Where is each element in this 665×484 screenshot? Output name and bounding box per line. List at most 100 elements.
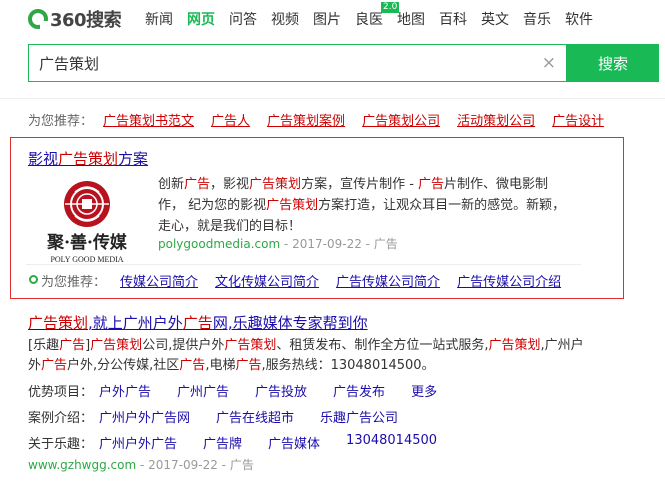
nav-news[interactable]: 新闻 bbox=[145, 9, 173, 29]
text-segment: ,电梯 bbox=[205, 358, 236, 373]
keyword-highlight: 广告 bbox=[235, 358, 262, 373]
row-link[interactable]: 广州户外广告 bbox=[99, 433, 177, 452]
text-segment: ,就上广州户外 bbox=[88, 314, 183, 332]
result-url-line: www.gzhwgg.com - 2017-09-22 - 广告 bbox=[28, 456, 254, 473]
ad-recommend-link[interactable]: 传媒公司简介 bbox=[120, 271, 198, 290]
ad-url-line: polygoodmedia.com - 2017-09-22 - 广告 bbox=[158, 235, 398, 252]
row-link[interactable]: 广告媒体 bbox=[268, 433, 320, 452]
nav-english[interactable]: 英文 bbox=[481, 9, 509, 29]
360-small-icon bbox=[29, 275, 38, 284]
keyword-highlight: 广告策划 bbox=[249, 177, 302, 192]
text-segment: ,服务热线：13048014500。 bbox=[261, 358, 435, 373]
recommend-link[interactable]: 活动策划公司 bbox=[457, 110, 535, 129]
ad-description: 创新广告，影视广告策划方案，宣传片制作 - 广告片制作、微电影制作， 纪为您的影… bbox=[158, 174, 568, 237]
row-link[interactable]: 乐趣广告公司 bbox=[320, 407, 398, 426]
recommend-link[interactable]: 广告设计 bbox=[552, 110, 604, 129]
text-segment: 网,乐趣媒体专家帮到你 bbox=[212, 314, 368, 332]
poly-good-media-logo[interactable]: 聚·善·传媒 POLY GOOD MEDIA bbox=[25, 172, 149, 272]
result-date: - 2017-09-22 - bbox=[136, 458, 230, 472]
recommend-link[interactable]: 广告策划案例 bbox=[267, 110, 345, 129]
result-title-link[interactable]: 广告策划,就上广州户外广告网,乐趣媒体专家帮到你 bbox=[28, 312, 368, 333]
nav-baike[interactable]: 百科 bbox=[439, 9, 467, 29]
ad-title-highlight: 广告策划 bbox=[58, 150, 119, 168]
text-segment: [乐趣 bbox=[28, 338, 60, 353]
result-tag: 广告 bbox=[229, 458, 254, 472]
ad-date: - 2017-09-22 - bbox=[280, 237, 374, 251]
text-segment: 方案，宣传片制作 - bbox=[301, 177, 419, 192]
recommend-bar: 为您推荐： 广告策划书范文 广告人 广告策划案例 广告策划公司 活动策划公司 广… bbox=[28, 110, 621, 129]
row-link[interactable]: 广告在线超市 bbox=[216, 407, 294, 426]
logo-text: 360搜索 bbox=[50, 10, 122, 31]
row-link-phone[interactable]: 13048014500 bbox=[346, 433, 437, 452]
ad-result: 影视广告策划方案 聚·善·传媒 POLY GOOD MEDIA 创新广告，影视广… bbox=[10, 137, 624, 299]
ad-recommend-link[interactable]: 文化传媒公司简介 bbox=[215, 271, 319, 290]
search-button[interactable]: 搜索 bbox=[567, 44, 659, 82]
keyword-highlight: 广告 bbox=[184, 177, 211, 192]
keyword-highlight: 广告 bbox=[182, 314, 213, 332]
ad-rec-divider bbox=[26, 264, 581, 265]
row-link[interactable]: 广州广告 bbox=[177, 381, 229, 400]
row-link[interactable]: 广告投放 bbox=[255, 381, 307, 400]
nav-doctor-label: 良医 bbox=[355, 12, 383, 28]
search-box: × bbox=[28, 44, 567, 82]
nav-web[interactable]: 网页 bbox=[187, 9, 215, 29]
keyword-highlight: 广告策划 bbox=[90, 338, 143, 353]
recommend-link[interactable]: 广告策划公司 bbox=[362, 110, 440, 129]
row-link[interactable]: 广告发布 bbox=[333, 381, 385, 400]
ad-title-pre: 影视 bbox=[28, 150, 59, 168]
row-link[interactable]: 广告牌 bbox=[203, 433, 242, 452]
text-segment: 户外,分公传媒,社区 bbox=[67, 358, 180, 373]
result-row-advantage: 优势项目： 户外广告 广州广告 广告投放 广告发布 更多 bbox=[28, 381, 463, 400]
ad-url[interactable]: polygoodmedia.com bbox=[158, 237, 280, 251]
text-segment: 创新 bbox=[158, 177, 185, 192]
row-link-more[interactable]: 更多 bbox=[411, 381, 437, 400]
text-segment: ，影视 bbox=[210, 177, 250, 192]
keyword-highlight: 广告策划 bbox=[28, 314, 89, 332]
row-label: 关于乐趣： bbox=[28, 437, 94, 452]
keyword-highlight: 广告 bbox=[41, 358, 68, 373]
ad-title-post: 方案 bbox=[118, 150, 149, 168]
result-row-about: 关于乐趣： 广州户外广告 广告牌 广告媒体 13048014500 bbox=[28, 433, 463, 452]
logo-english-text: POLY GOOD MEDIA bbox=[50, 255, 123, 264]
row-link[interactable]: 户外广告 bbox=[99, 381, 151, 400]
ad-recommend-label: 为您推荐： bbox=[41, 275, 107, 290]
keyword-highlight: 广告 bbox=[59, 338, 86, 353]
result-url[interactable]: www.gzhwgg.com bbox=[28, 458, 136, 472]
logo-ring-icon bbox=[28, 9, 48, 29]
nav-images[interactable]: 图片 bbox=[313, 9, 341, 29]
nav-map[interactable]: 地图 bbox=[397, 9, 425, 29]
text-segment: 公司,提供户外 bbox=[142, 338, 225, 353]
keyword-highlight: 广告 bbox=[418, 177, 445, 192]
header-divider bbox=[0, 98, 665, 99]
keyword-highlight: 广告策划 bbox=[488, 338, 541, 353]
ad-recommend-bar: 为您推荐： 传媒公司简介 文化传媒公司简介 广告传媒公司简介 广告传媒公司介绍 bbox=[29, 271, 578, 290]
logo-emblem-icon bbox=[64, 181, 110, 227]
row-link[interactable]: 广州户外广告网 bbox=[99, 407, 190, 426]
nav-software[interactable]: 软件 bbox=[565, 9, 593, 29]
nav-music[interactable]: 音乐 bbox=[523, 9, 551, 29]
top-header: 360搜索 新闻 网页 问答 视频 图片 良医 2.0 地图 百科 英文 音乐 软… bbox=[0, 0, 665, 38]
nav-video[interactable]: 视频 bbox=[271, 9, 299, 29]
logo-chinese-text: 聚·善·传媒 bbox=[46, 232, 128, 253]
recommend-link[interactable]: 广告策划书范文 bbox=[103, 110, 194, 129]
ad-recommend-link[interactable]: 广告传媒公司介绍 bbox=[457, 271, 561, 290]
ad-tag: 广告 bbox=[373, 237, 398, 251]
360-logo[interactable]: 360搜索 bbox=[28, 6, 122, 32]
keyword-highlight: 广告策划 bbox=[266, 198, 319, 213]
ad-recommend-link[interactable]: 广告传媒公司简介 bbox=[336, 271, 440, 290]
recommend-link[interactable]: 广告人 bbox=[211, 110, 250, 129]
result-row-cases: 案例介绍： 广州户外广告网 广告在线超市 乐趣广告公司 bbox=[28, 407, 424, 426]
row-label: 优势项目： bbox=[28, 385, 94, 400]
recommend-label: 为您推荐： bbox=[28, 114, 94, 129]
search-input[interactable] bbox=[29, 45, 549, 81]
ad-title-link[interactable]: 影视广告策划方案 bbox=[28, 148, 148, 169]
keyword-highlight: 广告策划 bbox=[224, 338, 277, 353]
nav-doctor[interactable]: 良医 2.0 bbox=[355, 2, 400, 29]
row-label: 案例介绍： bbox=[28, 411, 94, 426]
text-segment: 、租赁发布、制作全方位一站式服务, bbox=[276, 338, 489, 353]
clear-icon[interactable]: × bbox=[542, 53, 556, 73]
nav-qa[interactable]: 问答 bbox=[229, 9, 257, 29]
nav-bar: 新闻 网页 问答 视频 图片 良医 2.0 地图 百科 英文 音乐 软件 bbox=[145, 2, 607, 29]
keyword-highlight: 广告 bbox=[179, 358, 206, 373]
result-description: [乐趣广告]广告策划公司,提供户外广告策划、租赁发布、制作全方位一站式服务,广告… bbox=[28, 336, 588, 376]
